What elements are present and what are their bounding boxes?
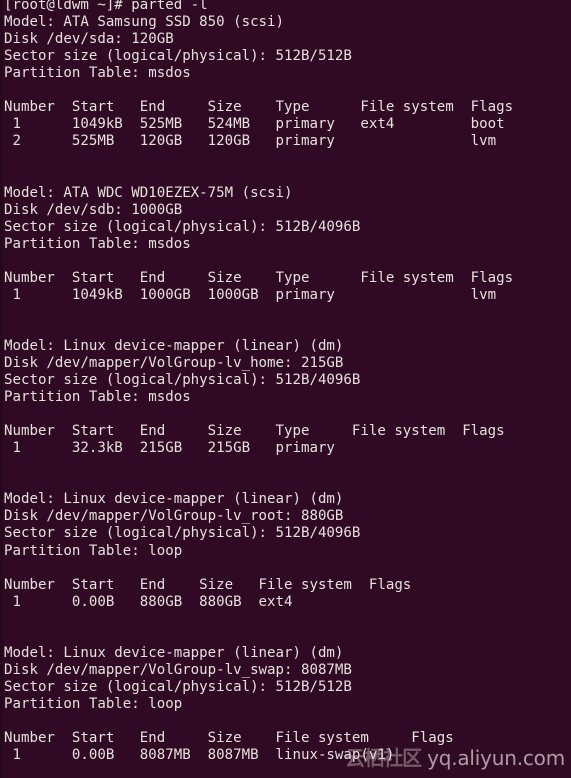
terminal-line: Disk /dev/sda: 120GB (4, 31, 174, 48)
terminal-line: 1 32.3kB 215GB 215GB primary (4, 440, 335, 457)
terminal-line: Partition Table: msdos (4, 389, 191, 406)
terminal-line: Sector size (logical/physical): 512B/512… (4, 48, 352, 65)
terminal-line: Model: Linux device-mapper (linear) (dm) (4, 491, 344, 508)
terminal-line: Disk /dev/mapper/VolGroup-lv_swap: 8087M… (4, 661, 352, 678)
terminal-line: Sector size (logical/physical): 512B/409… (4, 372, 361, 389)
terminal-line: Disk /dev/sdb: 1000GB (4, 201, 183, 218)
terminal-line: Sector size (logical/physical): 512B/512… (4, 678, 352, 695)
terminal-line: Model: ATA WDC WD10EZEX-75M (scsi) (4, 184, 293, 201)
terminal-line: Disk /dev/mapper/VolGroup-lv_root: 880GB (4, 508, 344, 525)
terminal-window[interactable]: [root@ldwm ~]# parted -l Model: ATA Samsu… (0, 0, 571, 778)
terminal-line: Sector size (logical/physical): 512B/409… (4, 218, 361, 235)
terminal-line: Model: ATA Samsung SSD 850 (scsi) (4, 14, 285, 31)
terminal-line: [root@ldwm ~]# parted -l (4, 0, 208, 13)
terminal-line: Partition Table: loop (4, 542, 183, 559)
terminal-line: Partition Table: loop (4, 695, 183, 712)
terminal-line: Number Start End Size File system Flags (4, 730, 454, 747)
terminal-line: 1 0.00B 8087MB 8087MB linux-swap(v1) (4, 747, 395, 764)
terminal-line: 1 1049kB 525MB 524MB primary ext4 boot (4, 116, 505, 133)
terminal-line: 2 525MB 120GB 120GB primary lvm (4, 133, 497, 150)
terminal-line: Partition Table: msdos (4, 65, 191, 82)
terminal-line: Number Start End Size Type File system F… (4, 269, 514, 286)
terminal-output-text[interactable]: [root@ldwm ~]# parted -l Model: ATA Samsu… (3, 0, 571, 764)
terminal-line: Number Start End Size Type File system F… (4, 99, 514, 116)
terminal-line: Number Start End Size File system Flags (4, 576, 412, 593)
terminal-line: Sector size (logical/physical): 512B/409… (4, 525, 361, 542)
terminal-line: Model: Linux device-mapper (linear) (dm) (4, 644, 344, 661)
terminal-line: Model: Linux device-mapper (linear) (dm) (4, 337, 344, 354)
terminal-line: Number Start End Size Type File system F… (4, 423, 505, 440)
terminal-line: Partition Table: msdos (4, 235, 191, 252)
terminal-line: 1 1049kB 1000GB 1000GB primary lvm (4, 286, 497, 303)
terminal-line: Disk /dev/mapper/VolGroup-lv_home: 215GB (4, 354, 344, 371)
terminal-line: 1 0.00B 880GB 880GB ext4 (4, 593, 293, 610)
